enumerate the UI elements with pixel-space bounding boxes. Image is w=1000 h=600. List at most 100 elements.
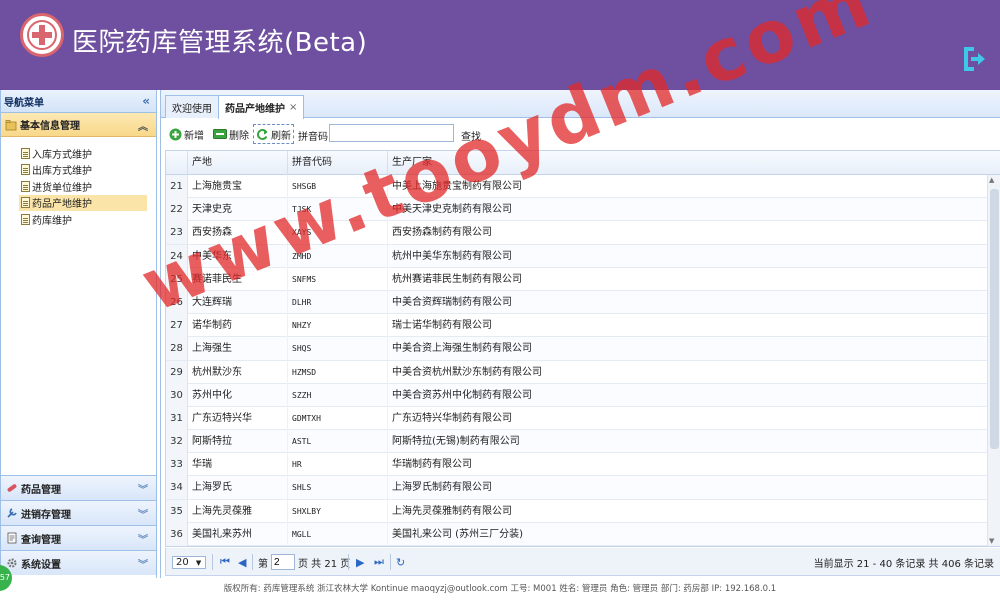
cell-pinyin-code: HZMSD (288, 360, 388, 384)
table-row[interactable]: 36 美国礼来苏州 MGLL 美国礼来公司 (苏州三厂分装) (166, 522, 988, 546)
accordion-query-management[interactable]: 查询管理 ︾ (1, 525, 156, 550)
add-icon (169, 128, 182, 140)
collapse-icon[interactable]: « (142, 94, 150, 108)
tab-welcome[interactable]: 欢迎使用 (165, 95, 219, 118)
row-number-header (166, 151, 188, 175)
separator (252, 554, 253, 570)
accordion-label: 药品管理 (21, 484, 61, 496)
reload-icon[interactable]: ↻ (396, 553, 405, 571)
hospital-logo (20, 13, 64, 57)
table-row[interactable]: 35 上海先灵葆雅 SHXLBY 上海先灵葆雅制药有限公司 (166, 499, 988, 523)
row-number: 35 (166, 499, 188, 523)
vertical-scrollbar[interactable]: ▲ ▼ (987, 175, 1000, 546)
page-number-input[interactable] (271, 554, 295, 570)
cell-origin: 杭州默沙东 (188, 360, 288, 384)
cell-pinyin-code: MGLL (288, 522, 388, 546)
app-title: 医院药库管理系统(Beta) (72, 28, 368, 58)
chevron-up-icon[interactable]: ︽ (138, 118, 148, 133)
nav-menu-header: 导航菜单 « (1, 90, 156, 113)
row-number: 26 (166, 290, 188, 314)
pinyin-search-input[interactable] (329, 124, 454, 142)
cell-pinyin-code: DLHR (288, 290, 388, 314)
sidebar-item-inbound-method[interactable]: 入库方式维护 (19, 145, 147, 162)
table-row[interactable]: 21 上海施贵宝 SHSGB 中美上海施贵宝制药有限公司 (166, 175, 988, 199)
scroll-down-icon[interactable]: ▼ (989, 537, 994, 545)
scroll-thumb[interactable] (990, 189, 999, 449)
cell-origin: 上海罗氏 (188, 476, 288, 500)
cell-origin: 美国礼来苏州 (188, 522, 288, 546)
app-header: 医院药库管理系统(Beta) (0, 0, 1000, 90)
last-page-icon[interactable]: ⏭ (374, 553, 384, 571)
table-row[interactable]: 26 大连辉瑞 DLHR 中美合资辉瑞制药有限公司 (166, 290, 988, 315)
table-row[interactable]: 28 上海强生 SHQS 中美合资上海强生制药有限公司 (166, 337, 988, 361)
logout-icon[interactable] (960, 44, 986, 74)
row-number: 32 (166, 430, 188, 454)
origin-table: 产地 拼音代码 生产厂家 21 上海施贵宝 SHSGB 中美上海施贵宝制药有限公司 22… (165, 150, 1000, 547)
chevron-down-icon[interactable]: ︾ (138, 531, 148, 546)
chevron-down-icon[interactable]: ︾ (138, 556, 148, 571)
column-header-origin[interactable]: 产地 (188, 151, 288, 175)
dropdown-icon: ▼ (195, 558, 202, 567)
close-icon[interactable]: × (289, 102, 297, 113)
tab-drug-origin[interactable]: 药品产地维护 × (218, 95, 305, 119)
chevron-down-icon[interactable]: ︾ (138, 506, 148, 521)
table-row[interactable]: 27 诺华制药 NHZY 瑞士诺华制药有限公司 (166, 314, 988, 338)
cell-manufacturer: 杭州赛诺菲民生制药有限公司 (392, 273, 522, 285)
prev-page-icon[interactable]: ◀ (238, 553, 246, 571)
table-row[interactable]: 34 上海罗氏 SHLS 上海罗氏制药有限公司 (166, 476, 988, 500)
cell-pinyin-code: SHXLBY (288, 499, 388, 523)
table-row[interactable]: 32 阿斯特拉 ASTL 阿斯特拉(无锡)制药有限公司 (166, 430, 988, 454)
scroll-up-icon[interactable]: ▲ (989, 176, 994, 184)
table-row[interactable]: 30 苏州中化 SZZH 中美合资苏州中化制药有限公司 (166, 383, 988, 407)
table-row[interactable]: 33 华瑞 HR 华瑞制药有限公司 (166, 453, 988, 477)
cell-origin: 西安扬森 (188, 221, 288, 245)
next-page-icon[interactable]: ▶ (356, 553, 364, 571)
refresh-button[interactable]: 刷新 (253, 124, 294, 144)
footer-info: 版权所有: 药库管理系统 浙江农林大学 Kontinue maoqyzj@out… (0, 578, 1000, 600)
row-number: 31 (166, 406, 188, 430)
separator (390, 554, 391, 570)
sidebar-item-label: 药库维护 (32, 215, 72, 227)
accordion-drug-management[interactable]: 药品管理 ︾ (1, 475, 156, 500)
delete-button[interactable]: 删除 (211, 124, 251, 144)
toolbar: 新增 删除 刷新 拼音码 查找 (161, 120, 1000, 148)
sidebar-item-label: 出库方式维护 (32, 166, 92, 178)
minus-icon (213, 129, 227, 139)
sidebar-tree: 入库方式维护 出库方式维护 进货单位维护 药品产地维护 药库维护 (1, 137, 156, 228)
column-header-pinyin[interactable]: 拼音代码 (288, 151, 388, 175)
cell-manufacturer: 阿斯特拉(无锡)制药有限公司 (392, 436, 520, 448)
column-header-manufacturer[interactable]: 生产厂家 (388, 151, 988, 175)
table-row[interactable]: 23 西安扬森 XAYS 西安扬森制药有限公司 (166, 221, 988, 245)
cell-manufacturer: 上海先灵葆雅制药有限公司 (392, 505, 512, 517)
table-row[interactable]: 22 天津史克 TJSK 中美天津史克制药有限公司 (166, 198, 988, 222)
cell-manufacturer: 上海罗氏制药有限公司 (392, 482, 492, 494)
page-size-value: 20 (176, 556, 189, 568)
table-row[interactable]: 25 赛诺菲民生 SNFMS 杭州赛诺菲民生制药有限公司 (166, 267, 988, 291)
pill-icon (7, 484, 17, 492)
sidebar-item-drug-origin[interactable]: 药品产地维护 (19, 194, 147, 211)
cell-manufacturer: 瑞士诺华制药有限公司 (392, 320, 492, 332)
section-basic-info[interactable]: 基本信息管理 ︽ (1, 113, 156, 137)
cell-origin: 赛诺菲民生 (188, 267, 288, 291)
accordion-inventory-management[interactable]: 进销存管理 ︾ (1, 500, 156, 525)
cell-manufacturer: 中美合资辉瑞制药有限公司 (392, 296, 512, 308)
row-number: 29 (166, 360, 188, 384)
table-row[interactable]: 31 广东迈特兴华 GDMTXH 广东迈特兴华制药有限公司 (166, 406, 988, 431)
sidebar-item-warehouse[interactable]: 药库维护 (19, 211, 147, 228)
cell-manufacturer: 杭州中美华东制药有限公司 (392, 250, 512, 262)
table-row[interactable]: 24 中美华东 ZMHD 杭州中美华东制药有限公司 (166, 244, 988, 268)
accordion-system-settings[interactable]: 系统设置 ︾ (1, 550, 156, 575)
table-row[interactable]: 29 杭州默沙东 HZMSD 中美合资杭州默沙东制药有限公司 (166, 360, 988, 384)
sidebar-item-supplier[interactable]: 进货单位维护 (19, 178, 147, 195)
cell-manufacturer: 中美合资上海强生制药有限公司 (392, 343, 532, 355)
search-button[interactable]: 查找 (461, 128, 481, 143)
page-prefix-label: 第 (258, 558, 268, 570)
sidebar-item-outbound-method[interactable]: 出库方式维护 (19, 162, 147, 179)
sidebar-item-label: 入库方式维护 (32, 149, 92, 161)
page-size-select[interactable]: 20 ▼ (172, 555, 206, 569)
accordion-label: 系统设置 (21, 559, 61, 571)
chevron-down-icon[interactable]: ︾ (138, 481, 148, 496)
add-button[interactable]: 新增 (167, 124, 206, 144)
first-page-icon[interactable]: ⏮ (220, 553, 230, 571)
cell-manufacturer: 中美合资杭州默沙东制药有限公司 (392, 366, 542, 378)
